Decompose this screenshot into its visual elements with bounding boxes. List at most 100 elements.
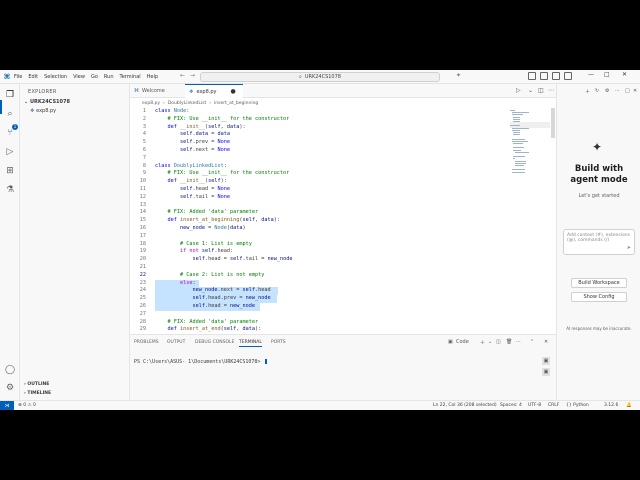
code-line[interactable]: 26 self.head = new_node bbox=[130, 303, 510, 311]
terminal-kind-label[interactable]: Code bbox=[456, 339, 469, 345]
breadcrumb-class[interactable]: DoublyLinkedList bbox=[168, 101, 206, 106]
code-line[interactable]: 12 self.tail = None bbox=[130, 194, 510, 202]
forward-arrow-icon[interactable]: → bbox=[190, 72, 195, 79]
minimap[interactable] bbox=[510, 108, 550, 334]
tab-terminal[interactable]: TERMINAL bbox=[239, 340, 262, 347]
toggle-secondary-sidebar-icon[interactable] bbox=[552, 72, 560, 80]
language-mode[interactable]: {} Python bbox=[566, 403, 589, 408]
menu-run[interactable]: Run bbox=[104, 74, 114, 80]
explorer-icon[interactable]: ❐ bbox=[4, 89, 16, 101]
code-line[interactable]: 3 def __init__(self, data): bbox=[130, 124, 510, 132]
maximize-icon[interactable]: □ bbox=[604, 71, 610, 78]
code-line[interactable]: 19 if not self.head: bbox=[130, 248, 510, 256]
account-icon[interactable]: ◯ bbox=[4, 364, 16, 376]
code-line[interactable]: 15 def insert_at_beginning(self, data): bbox=[130, 217, 510, 225]
search-icon[interactable]: ⌕ bbox=[4, 108, 16, 120]
breadcrumb-file[interactable]: exp8.py bbox=[142, 101, 160, 106]
gear-icon[interactable]: ⚙ bbox=[4, 382, 16, 394]
extensions-icon[interactable]: ⊞ bbox=[4, 165, 16, 177]
code-line[interactable]: 16 new_node = Node(data) bbox=[130, 225, 510, 233]
tab-exp8[interactable]: ❖ exp8.py ● bbox=[185, 84, 243, 98]
code-line[interactable]: 10 def __init__(self): bbox=[130, 178, 510, 186]
line-ending[interactable]: CRLF bbox=[548, 403, 559, 408]
code-line[interactable]: 20 self.head = self.tail = new_node bbox=[130, 256, 510, 264]
code-line[interactable]: 29 def insert_at_end(self, data): bbox=[130, 326, 510, 334]
maximize-icon[interactable]: □ bbox=[625, 88, 630, 94]
history-icon[interactable]: ↻ bbox=[595, 88, 599, 94]
menu-selection[interactable]: Selection bbox=[44, 74, 67, 80]
close-icon[interactable]: ✕ bbox=[633, 88, 637, 94]
maximize-panel-icon[interactable]: ⌃ bbox=[530, 339, 534, 345]
more-actions-icon[interactable]: ⋯ bbox=[615, 88, 620, 94]
code-line[interactable]: 7 bbox=[130, 155, 510, 163]
code-line[interactable]: 23 else: bbox=[130, 279, 510, 288]
build-workspace-button[interactable]: Build Workspace bbox=[571, 278, 627, 288]
settings-icon[interactable]: ⚙ bbox=[605, 88, 609, 94]
menu-file[interactable]: File bbox=[14, 74, 22, 80]
minimize-icon[interactable]: — bbox=[588, 71, 594, 78]
tab-ports[interactable]: PORTS bbox=[271, 340, 286, 345]
menu-help[interactable]: Help bbox=[147, 74, 158, 80]
tab-output[interactable]: OUTPUT bbox=[167, 340, 185, 345]
python-version[interactable]: 3.12.6 bbox=[604, 403, 618, 408]
chat-input[interactable]: Add context (#), extensions (@), command… bbox=[563, 229, 635, 255]
code-line[interactable]: 5 self.prev = None bbox=[130, 139, 510, 147]
code-line[interactable]: 8 class DoublyLinkedList: bbox=[130, 163, 510, 171]
code-line[interactable]: 25 self.head.prev = new_node bbox=[130, 295, 510, 303]
timeline-section[interactable]: › TIMELINE bbox=[24, 391, 51, 396]
close-panel-icon[interactable]: ✕ bbox=[544, 339, 548, 345]
bell-icon[interactable]: 🔔 bbox=[626, 403, 632, 408]
show-config-button[interactable]: Show Config bbox=[571, 292, 627, 302]
tab-welcome[interactable]: ⌘ Welcome bbox=[130, 84, 185, 98]
code-line[interactable]: 13 bbox=[130, 202, 510, 210]
cursor-position[interactable]: Ln 22, Col 36 (208 selected) bbox=[433, 403, 497, 408]
testing-icon[interactable]: ⚗ bbox=[4, 184, 16, 196]
scrollbar-thumb[interactable] bbox=[551, 108, 555, 138]
terminal-output[interactable]: PS C:\Users\ASUS- 1\Documents\URK24CS107… bbox=[134, 359, 268, 365]
back-arrow-icon[interactable]: ← bbox=[180, 72, 185, 79]
chevron-down-icon[interactable]: ⌄ bbox=[488, 339, 492, 345]
code-line[interactable]: 2 # FIX: Use __init__ for the constructo… bbox=[130, 116, 510, 124]
send-icon[interactable]: ➤ bbox=[627, 245, 631, 251]
code-line[interactable]: 21 bbox=[130, 264, 510, 272]
code-line[interactable]: 11 self.head = None bbox=[130, 186, 510, 194]
code-line[interactable]: 28 # FIX: Added 'data' parameter bbox=[130, 319, 510, 327]
customize-layout-icon[interactable] bbox=[564, 72, 572, 80]
modified-dot-icon[interactable]: ● bbox=[231, 88, 236, 95]
toggle-panel-icon[interactable] bbox=[540, 72, 548, 80]
run-debug-icon[interactable]: ▷ bbox=[4, 146, 16, 158]
split-editor-icon[interactable]: ◫ bbox=[538, 87, 544, 94]
trash-icon[interactable]: 🗑 bbox=[506, 339, 512, 345]
breadcrumb-method[interactable]: insert_at_beginning bbox=[214, 101, 258, 106]
more-actions-icon[interactable]: ⋯ bbox=[548, 87, 554, 94]
command-center-search[interactable]: ⌕ URK24CS1078 bbox=[200, 72, 440, 82]
code-line[interactable]: 18 # Case 1: List is empty bbox=[130, 241, 510, 249]
more-actions-icon[interactable]: ⋯ bbox=[516, 339, 521, 345]
tab-problems[interactable]: PROBLEMS bbox=[134, 340, 159, 345]
tab-debug-console[interactable]: DEBUG CONSOLE bbox=[195, 340, 234, 345]
split-terminal-icon[interactable]: ◫ bbox=[496, 339, 501, 345]
code-line[interactable]: 17 bbox=[130, 233, 510, 241]
code-line[interactable]: 27 bbox=[130, 311, 510, 319]
code-line[interactable]: 1 class Node: bbox=[130, 108, 510, 116]
code-line[interactable]: 24 new_node.next = self.head bbox=[130, 287, 510, 296]
menu-view[interactable]: View bbox=[73, 74, 85, 80]
outline-section[interactable]: › OUTLINE bbox=[24, 382, 49, 387]
code-line[interactable]: 22 # Case 2: List is not empty bbox=[130, 272, 510, 280]
indentation[interactable]: Spaces: 4 bbox=[500, 403, 522, 408]
add-chat-icon[interactable]: ＋ bbox=[585, 88, 590, 95]
close-window-icon[interactable]: ✕ bbox=[622, 71, 627, 78]
file-item-exp8[interactable]: ❖ exp8.py bbox=[30, 108, 56, 114]
remote-icon[interactable]: ⋊ bbox=[0, 401, 14, 410]
menu-go[interactable]: Go bbox=[91, 74, 98, 80]
toggle-sidebar-icon[interactable] bbox=[528, 72, 536, 80]
chevron-down-icon[interactable]: ⌄ bbox=[528, 87, 533, 94]
code-editor[interactable]: 1 class Node: 2 # FIX: Use __init__ for th… bbox=[130, 108, 556, 334]
run-python-icon[interactable]: ▷ bbox=[516, 87, 521, 94]
encoding[interactable]: UTF-8 bbox=[528, 403, 541, 408]
menu-edit[interactable]: Edit bbox=[28, 74, 38, 80]
add-terminal-icon[interactable]: ＋ bbox=[480, 339, 485, 346]
menu-terminal[interactable]: Terminal bbox=[120, 74, 141, 80]
terminal-instance-icon[interactable]: ▣ bbox=[542, 368, 550, 376]
code-line[interactable]: 14 # FIX: Added 'data' parameter bbox=[130, 209, 510, 217]
